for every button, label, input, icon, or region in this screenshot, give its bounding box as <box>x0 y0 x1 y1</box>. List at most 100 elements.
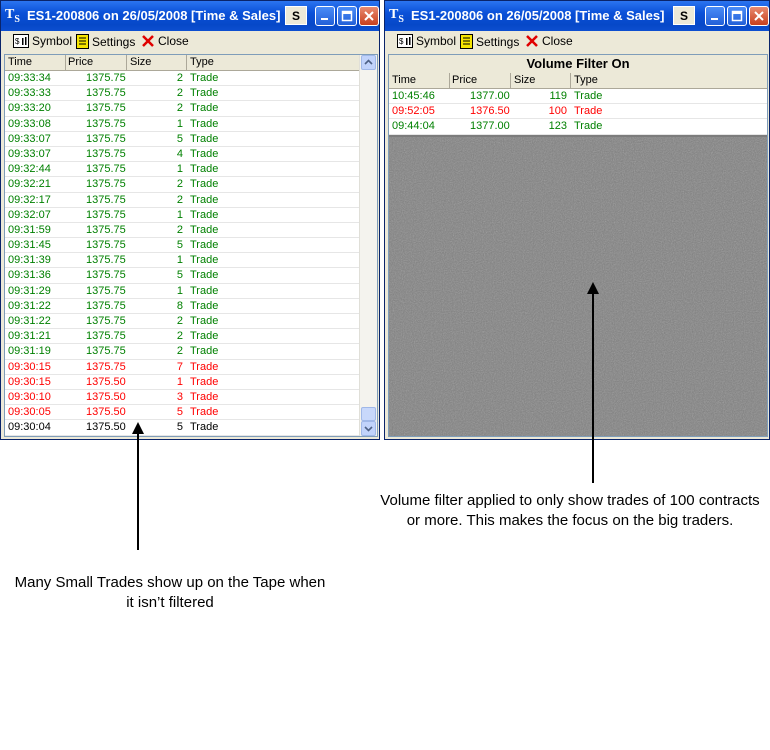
trade-row[interactable]: 09:31:36 1375.75 5 Trade <box>5 268 377 284</box>
column-size[interactable]: Size <box>514 74 535 86</box>
symbol-label: Symbol <box>416 34 457 48</box>
trade-row[interactable]: 09:30:15 1375.50 1 Trade <box>5 375 377 390</box>
trade-row[interactable]: 09:31:22 1375.75 2 Trade <box>5 314 377 330</box>
trade-size: 119 <box>549 90 567 102</box>
empty-grid-area <box>389 137 767 436</box>
trade-row[interactable]: 09:32:07 1375.75 1 Trade <box>5 208 377 223</box>
trade-row[interactable]: 09:32:21 1375.75 2 Trade <box>5 177 377 193</box>
settings-icon <box>76 34 89 49</box>
trade-row[interactable]: 09:31:45 1375.75 5 Trade <box>5 238 377 254</box>
trade-rows: 09:33:34 1375.75 2 Trade 09:33:33 1375.75 2 Tra… <box>5 71 377 436</box>
trade-size: 1 <box>176 117 183 130</box>
trade-row[interactable]: 09:33:34 1375.75 2 Trade <box>5 71 377 87</box>
settings-tool-button[interactable]: Settings <box>460 34 519 49</box>
trade-row[interactable]: 09:31:22 1375.75 8 Trade <box>5 299 377 314</box>
column-time[interactable]: Time <box>8 56 32 68</box>
trade-type: Trade <box>190 223 219 236</box>
chevron-down-icon <box>364 426 373 432</box>
grid-header: Time Price Size Type <box>389 73 767 89</box>
settings-icon <box>460 34 473 49</box>
arrow-head-up-icon <box>587 282 599 294</box>
trade-row[interactable]: 09:33:33 1375.75 2 Trade <box>5 86 377 102</box>
close-window-button[interactable] <box>359 6 379 26</box>
trade-row[interactable]: 09:32:17 1375.75 2 Trade <box>5 193 377 208</box>
close-label: Close <box>158 34 189 48</box>
trade-row[interactable]: 09:31:29 1375.75 1 Trade <box>5 284 377 299</box>
minimize-button[interactable] <box>315 6 335 26</box>
trade-row[interactable]: 09:33:07 1375.75 5 Trade <box>5 132 377 147</box>
trade-row[interactable]: 09:44:04 1377.00 123 Trade <box>389 119 767 135</box>
trade-type: Trade <box>190 72 219 84</box>
trade-type: Trade <box>190 299 219 312</box>
symbol-tool-button[interactable]: $ Symbol <box>13 34 72 48</box>
trade-row[interactable]: 09:30:15 1375.75 7 Trade <box>5 360 377 375</box>
trade-row[interactable]: 09:31:39 1375.75 1 Trade <box>5 253 377 269</box>
trade-size: 3 <box>176 390 183 403</box>
ts-app-icon: TS <box>389 7 404 25</box>
scroll-up-button[interactable] <box>361 55 376 70</box>
trade-rows: 10:45:46 1377.00 119 Trade 09:52:05 1376.50 10… <box>389 89 767 135</box>
trade-row[interactable]: 09:33:20 1375.75 2 Trade <box>5 101 377 117</box>
trade-row[interactable]: 09:31:19 1375.75 2 Trade <box>5 344 377 360</box>
close-window-button[interactable] <box>749 6 769 26</box>
trade-type: Trade <box>190 360 219 373</box>
trade-type: Trade <box>190 406 219 419</box>
trade-row[interactable]: 09:30:05 1375.50 5 Trade <box>5 405 377 421</box>
column-time[interactable]: Time <box>392 74 416 86</box>
trade-row[interactable]: 09:31:21 1375.75 2 Trade <box>5 329 377 345</box>
trade-row[interactable]: 09:33:08 1375.75 1 Trade <box>5 117 377 132</box>
trade-row[interactable]: 09:30:10 1375.50 3 Trade <box>5 390 377 406</box>
toolbar: $ Symbol Settings Close <box>385 31 769 53</box>
trade-row[interactable]: 09:32:44 1375.75 1 Trade <box>5 162 377 178</box>
trade-size: 8 <box>176 299 183 312</box>
trade-size: 123 <box>548 120 567 133</box>
trade-type: Trade <box>190 147 219 160</box>
trade-size: 2 <box>176 345 183 358</box>
symbol-label: Symbol <box>32 34 73 48</box>
trade-size: 5 <box>176 406 183 419</box>
symbol-s-button[interactable]: S <box>673 6 695 25</box>
scroll-thumb[interactable] <box>361 407 376 421</box>
minimize-button[interactable] <box>705 6 725 26</box>
column-price[interactable]: Price <box>452 74 477 86</box>
trade-type: Trade <box>190 178 219 191</box>
trade-row[interactable]: 09:30:04 1375.50 5 Trade <box>5 420 377 436</box>
maximize-button[interactable] <box>337 6 357 26</box>
column-type[interactable]: Type <box>190 56 214 68</box>
trade-type: Trade <box>190 117 219 130</box>
scroll-down-button[interactable] <box>361 421 376 436</box>
trade-type: Trade <box>190 269 219 282</box>
trade-type: Trade <box>190 87 219 100</box>
trade-size: 2 <box>176 315 183 327</box>
symbol-s-button[interactable]: S <box>285 6 307 25</box>
vertical-scrollbar[interactable] <box>359 55 377 436</box>
trade-type: Trade <box>190 132 219 145</box>
maximize-button[interactable] <box>727 6 747 26</box>
trade-type: Trade <box>190 208 219 221</box>
trade-row[interactable]: 09:33:07 1375.75 4 Trade <box>5 147 377 163</box>
trade-row[interactable]: 09:52:05 1376.50 100 Trade <box>389 104 767 120</box>
trade-row[interactable]: 09:31:59 1375.75 2 Trade <box>5 223 377 239</box>
trade-size: 2 <box>176 102 183 115</box>
settings-tool-button[interactable]: Settings <box>76 34 135 49</box>
trade-type: Trade <box>190 390 219 403</box>
symbol-tool-button[interactable]: $ Symbol <box>397 34 456 48</box>
column-size[interactable]: Size <box>130 56 151 68</box>
annotation-arrow-left <box>132 422 144 550</box>
column-type[interactable]: Type <box>574 74 598 86</box>
trade-row[interactable]: 10:45:46 1377.00 119 Trade <box>389 89 767 105</box>
trade-type: Trade <box>190 163 219 176</box>
trade-type: Trade <box>190 421 219 434</box>
trade-size: 5 <box>176 132 183 145</box>
column-price[interactable]: Price <box>68 56 93 68</box>
symbol-icon: $ <box>397 34 413 48</box>
title-bar[interactable]: TS ES1-200806 on 26/05/2008 [Time & Sale… <box>1 1 379 31</box>
title-bar[interactable]: TS ES1-200806 on 26/05/2008 [Time & Sale… <box>385 1 769 31</box>
window-title: ES1-200806 on 26/05/2008 [Time & Sales] <box>411 8 665 23</box>
symbol-icon: $ <box>13 34 29 48</box>
red-x-icon <box>142 35 154 47</box>
close-tool-button[interactable]: Close <box>141 34 189 48</box>
grid-header: Time Price Size Type <box>5 55 377 71</box>
close-tool-button[interactable]: Close <box>525 34 573 48</box>
svg-text:$: $ <box>15 37 20 46</box>
